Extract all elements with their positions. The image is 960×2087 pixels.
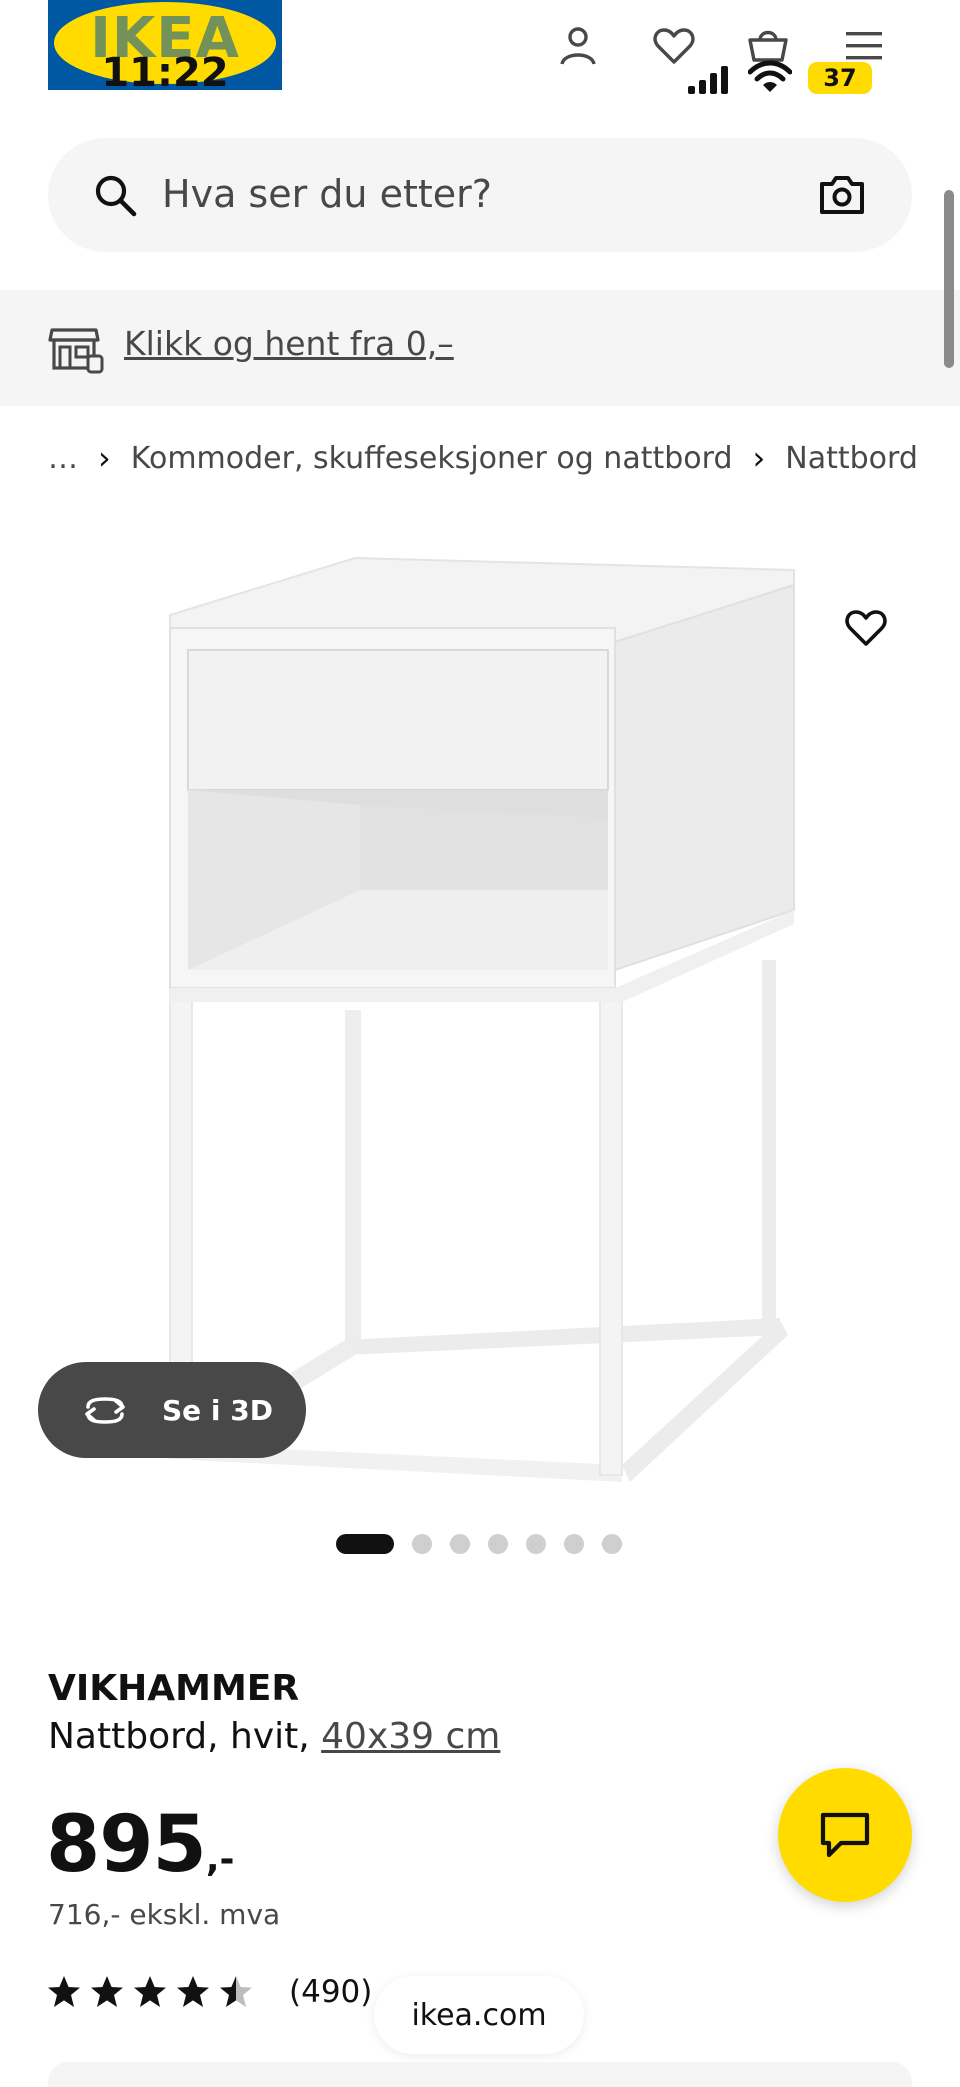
- star-icon: [220, 1976, 252, 2007]
- search-bar[interactable]: Hva ser du etter?: [48, 138, 912, 252]
- search-icon: [95, 175, 137, 217]
- browser-url-pill[interactable]: ikea.com: [374, 1976, 584, 2054]
- next-section-card: [48, 2062, 912, 2087]
- carousel-dot[interactable]: [412, 1534, 432, 1554]
- rating-stars: [46, 1974, 261, 2010]
- view-in-3d-label: Se i 3D: [162, 1393, 273, 1427]
- price-suffix: ,-: [205, 1839, 235, 1880]
- page-scrollbar[interactable]: [944, 190, 954, 368]
- star-icon: [48, 1976, 80, 2007]
- product-price: 895,-: [46, 1800, 234, 1890]
- carousel-dot[interactable]: [450, 1534, 470, 1554]
- product-description: Nattbord, hvit, 40x39 cm: [48, 1716, 500, 1757]
- product-rating[interactable]: (490): [46, 1974, 372, 2010]
- click-collect-banner: Klikk og hent fra 0,–: [0, 290, 960, 406]
- breadcrumb-ellipsis[interactable]: …: [48, 441, 78, 476]
- product-size-link[interactable]: 40x39 cm: [321, 1716, 500, 1757]
- carousel-dot[interactable]: [488, 1534, 508, 1554]
- chevron-right-icon: ›: [752, 439, 766, 477]
- carousel-dot[interactable]: [336, 1534, 394, 1554]
- chat-button[interactable]: [778, 1768, 912, 1902]
- chat-icon: [820, 1812, 870, 1858]
- heart-icon: [845, 610, 887, 646]
- rotate-3d-icon: [85, 1397, 125, 1424]
- star-icon: [91, 1976, 123, 2007]
- view-in-3d-button[interactable]: Se i 3D: [38, 1362, 306, 1458]
- star-icon: [177, 1976, 209, 2007]
- carousel-dot[interactable]: [526, 1534, 546, 1554]
- camera-icon[interactable]: [818, 172, 866, 218]
- store-icon: [48, 328, 104, 374]
- battery-indicator: 37: [808, 62, 872, 94]
- chevron-right-icon: ›: [98, 439, 111, 477]
- product-image[interactable]: [160, 540, 960, 1500]
- carousel-dot[interactable]: [602, 1534, 622, 1554]
- breadcrumb: … › Kommoder, skuffeseksjoner og nattbor…: [48, 438, 918, 478]
- carousel-dot[interactable]: [564, 1534, 584, 1554]
- price-excl-vat: 716,- ekskl. mva: [48, 1898, 281, 1931]
- search-input[interactable]: Hva ser du etter?: [162, 172, 492, 216]
- product-name: VIKHAMMER: [48, 1668, 300, 1709]
- rating-count: (490): [289, 1974, 373, 2010]
- price-whole: 895: [46, 1800, 207, 1890]
- star-icon: [134, 1976, 166, 2007]
- status-clock: 11:22: [101, 50, 229, 96]
- add-to-wishlist-button[interactable]: [838, 600, 894, 656]
- wifi-icon: [748, 60, 792, 92]
- carousel-indicators: [336, 1534, 640, 1554]
- product-type: Nattbord, hvit,: [48, 1716, 322, 1757]
- click-collect-link[interactable]: Klikk og hent fra 0,–: [124, 324, 454, 363]
- breadcrumb-item-current[interactable]: Nattbord: [785, 441, 918, 476]
- user-icon[interactable]: [548, 16, 608, 76]
- cellular-signal-icon: [688, 66, 728, 94]
- breadcrumb-item-category[interactable]: Kommoder, skuffeseksjoner og nattbord: [131, 441, 733, 476]
